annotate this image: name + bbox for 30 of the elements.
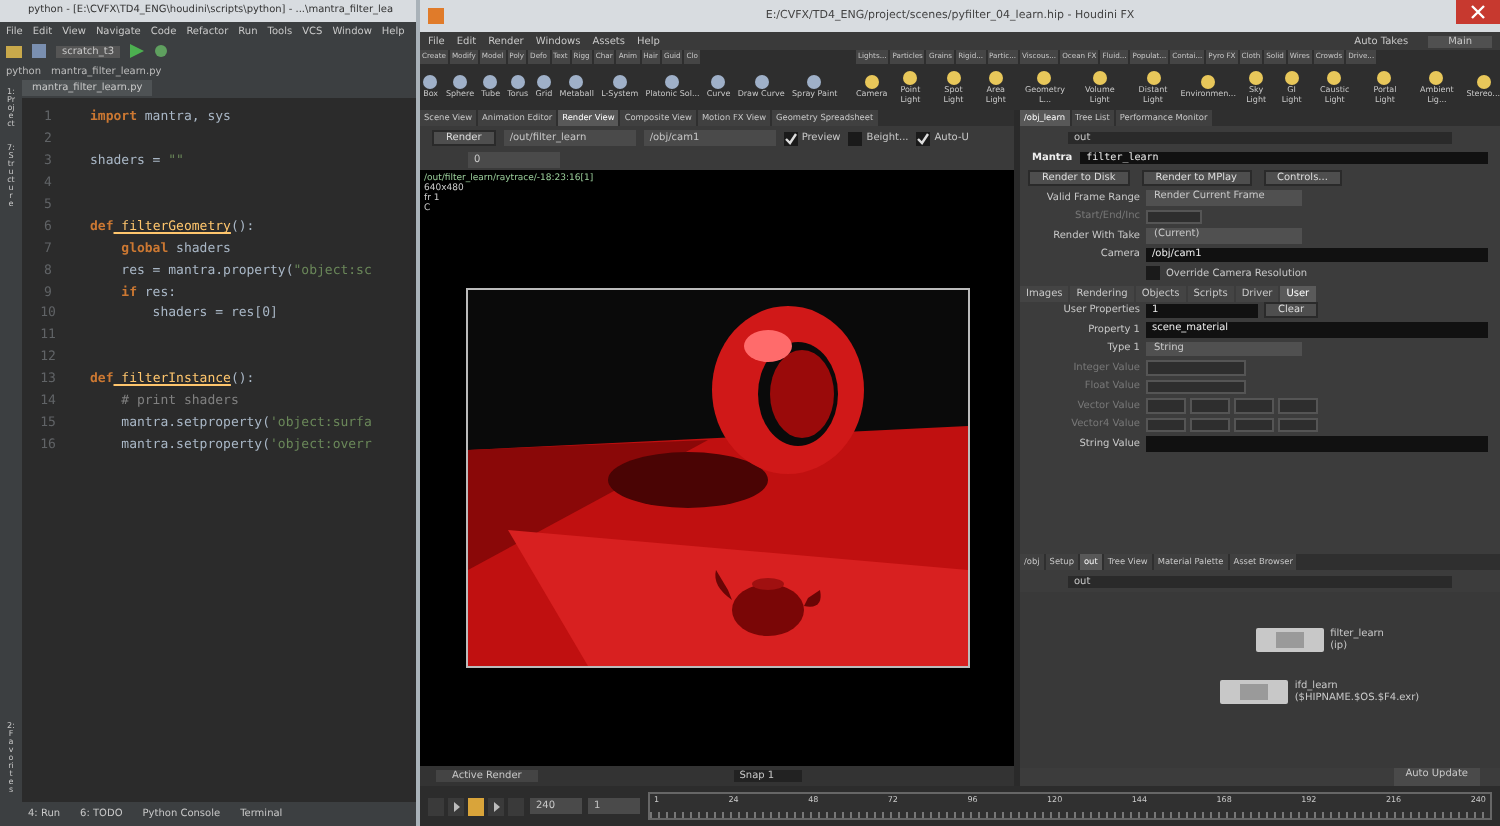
- checkbox[interactable]: [783, 131, 798, 145]
- sphere-icon: [664, 74, 681, 91]
- parameter-field[interactable]: [1146, 360, 1246, 375]
- checkbox[interactable]: [1146, 266, 1160, 281]
- vector-component-field[interactable]: [1190, 398, 1230, 413]
- node-tile[interactable]: [1220, 680, 1289, 704]
- checkbox[interactable]: [848, 131, 863, 145]
- node-tile[interactable]: [1256, 628, 1325, 652]
- app-icon: [428, 8, 444, 24]
- sphere-icon: [753, 74, 770, 91]
- sphere-icon: [611, 74, 628, 91]
- parameter-field[interactable]: [1146, 436, 1488, 451]
- save-icon[interactable]: [32, 44, 46, 58]
- vector-component-field[interactable]: [1146, 417, 1186, 432]
- vector-component-field[interactable]: [1278, 398, 1318, 413]
- folder-icon[interactable]: [6, 44, 22, 58]
- parameter-field[interactable]: [1146, 379, 1246, 394]
- playback-controls-icon[interactable]: [428, 797, 524, 815]
- sphere-icon: [710, 74, 727, 91]
- vector-component-field[interactable]: [1234, 417, 1274, 432]
- debug-icon[interactable]: [154, 44, 168, 58]
- run-icon[interactable]: [130, 44, 144, 58]
- vector-component-field[interactable]: [1278, 417, 1318, 432]
- close-icon[interactable]: [1456, 0, 1500, 24]
- sphere-icon: [806, 74, 823, 91]
- checkbox[interactable]: [916, 131, 931, 145]
- vector-component-field[interactable]: [1190, 417, 1230, 432]
- vector-component-field[interactable]: [1146, 398, 1186, 413]
- parameter-field[interactable]: [1146, 209, 1202, 224]
- vector-component-field[interactable]: [1234, 398, 1274, 413]
